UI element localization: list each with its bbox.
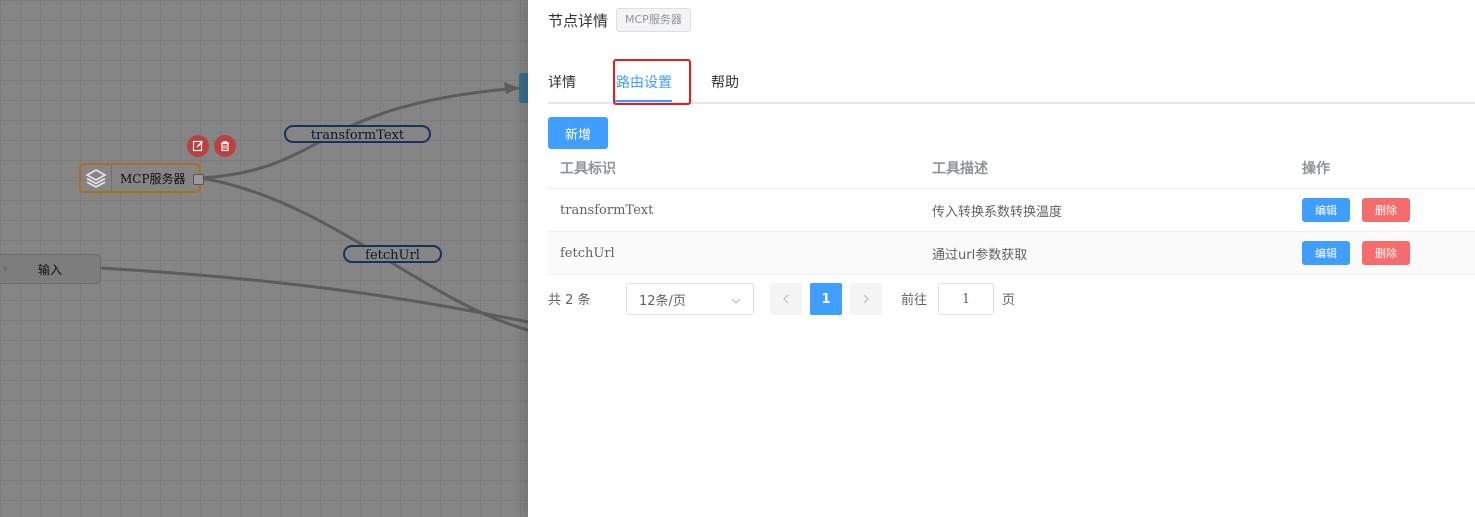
edit-button[interactable]: 编辑 (1302, 198, 1350, 222)
tool-desc-cell: 通过url参数获取 (932, 247, 1028, 263)
tab-details[interactable]: 详情 (548, 72, 576, 92)
prev-page-button[interactable] (770, 283, 802, 315)
node-icon-box (81, 165, 112, 191)
chevron-right-icon: › (3, 262, 8, 275)
next-page-button[interactable] (850, 283, 882, 315)
edit-icon (192, 140, 203, 152)
trash-icon (221, 141, 229, 152)
chevron-down-icon (731, 298, 741, 304)
tab-help[interactable]: 帮助 (711, 72, 739, 92)
page-number-button[interactable]: 1 (810, 283, 842, 315)
edit-button[interactable]: 编辑 (1302, 241, 1350, 265)
tool-id-cell: fetchUrl (560, 245, 615, 261)
table-header: 工具标识 工具描述 操作 (548, 148, 1475, 189)
add-route-button[interactable]: 新增 (548, 117, 608, 149)
node-type-tag: MCP服务器 (616, 8, 691, 32)
column-header-tool-desc: 工具描述 (932, 161, 988, 177)
edge-label-fetch[interactable]: fetchUrl (343, 245, 442, 263)
flow-canvas[interactable]: MCP服务器 › 输入 transformText fetchUrl (0, 0, 528, 517)
wire-arrowhead (504, 82, 519, 94)
table-row: fetchUrl 通过url参数获取 编辑 删除 (548, 232, 1475, 275)
goto-label: 前往 (901, 293, 928, 308)
chevron-left-icon (783, 294, 789, 304)
mcp-node-label: MCP服务器 (120, 171, 186, 186)
node-edit-button[interactable] (187, 135, 209, 157)
node-detail-drawer: 节点详情 MCP服务器 详情 路由设置 帮助 新增 工具标识 工具描述 操作 t… (528, 0, 1475, 517)
layers-icon (85, 169, 107, 188)
mcp-server-node[interactable]: MCP服务器 (79, 163, 204, 193)
page-unit-label: 页 (1002, 293, 1016, 308)
tool-id-cell: transformText (560, 202, 654, 218)
table-row: transformText 传入转换系数转换温度 编辑 删除 (548, 189, 1475, 232)
chevron-right-icon (863, 294, 869, 304)
delete-button[interactable]: 删除 (1362, 198, 1410, 222)
actions-cell: 编辑 删除 (1302, 232, 1410, 274)
node-output-port[interactable] (193, 174, 204, 185)
input-node[interactable]: › 输入 (0, 254, 101, 284)
delete-button[interactable]: 删除 (1362, 241, 1410, 265)
actions-cell: 编辑 删除 (1302, 189, 1410, 231)
node-delete-button[interactable] (214, 135, 236, 157)
column-header-actions: 操作 (1302, 161, 1330, 177)
route-table: 工具标识 工具描述 操作 transformText 传入转换系数转换温度 编辑… (548, 148, 1475, 275)
input-node-label: 输入 (38, 262, 63, 277)
drawer-title: 节点详情 (548, 11, 609, 30)
page-size-value: 12条/页 (639, 293, 686, 309)
drawer-header: 节点详情 MCP服务器 (548, 8, 691, 32)
pagination: 共 2 条 12条/页 1 前往 页 (548, 283, 1468, 315)
total-count: 共 2 条 (548, 293, 591, 308)
tool-desc-cell: 传入转换系数转换温度 (932, 204, 1063, 220)
page-size-select[interactable]: 12条/页 (626, 283, 754, 315)
edge-label-transform[interactable]: transformText (284, 125, 431, 143)
annotation-highlight-box (613, 59, 691, 105)
target-node-edge[interactable] (519, 73, 528, 103)
column-header-tool-id: 工具标识 (560, 161, 616, 177)
wire-input[interactable] (100, 266, 528, 324)
goto-page-input[interactable] (938, 283, 994, 315)
